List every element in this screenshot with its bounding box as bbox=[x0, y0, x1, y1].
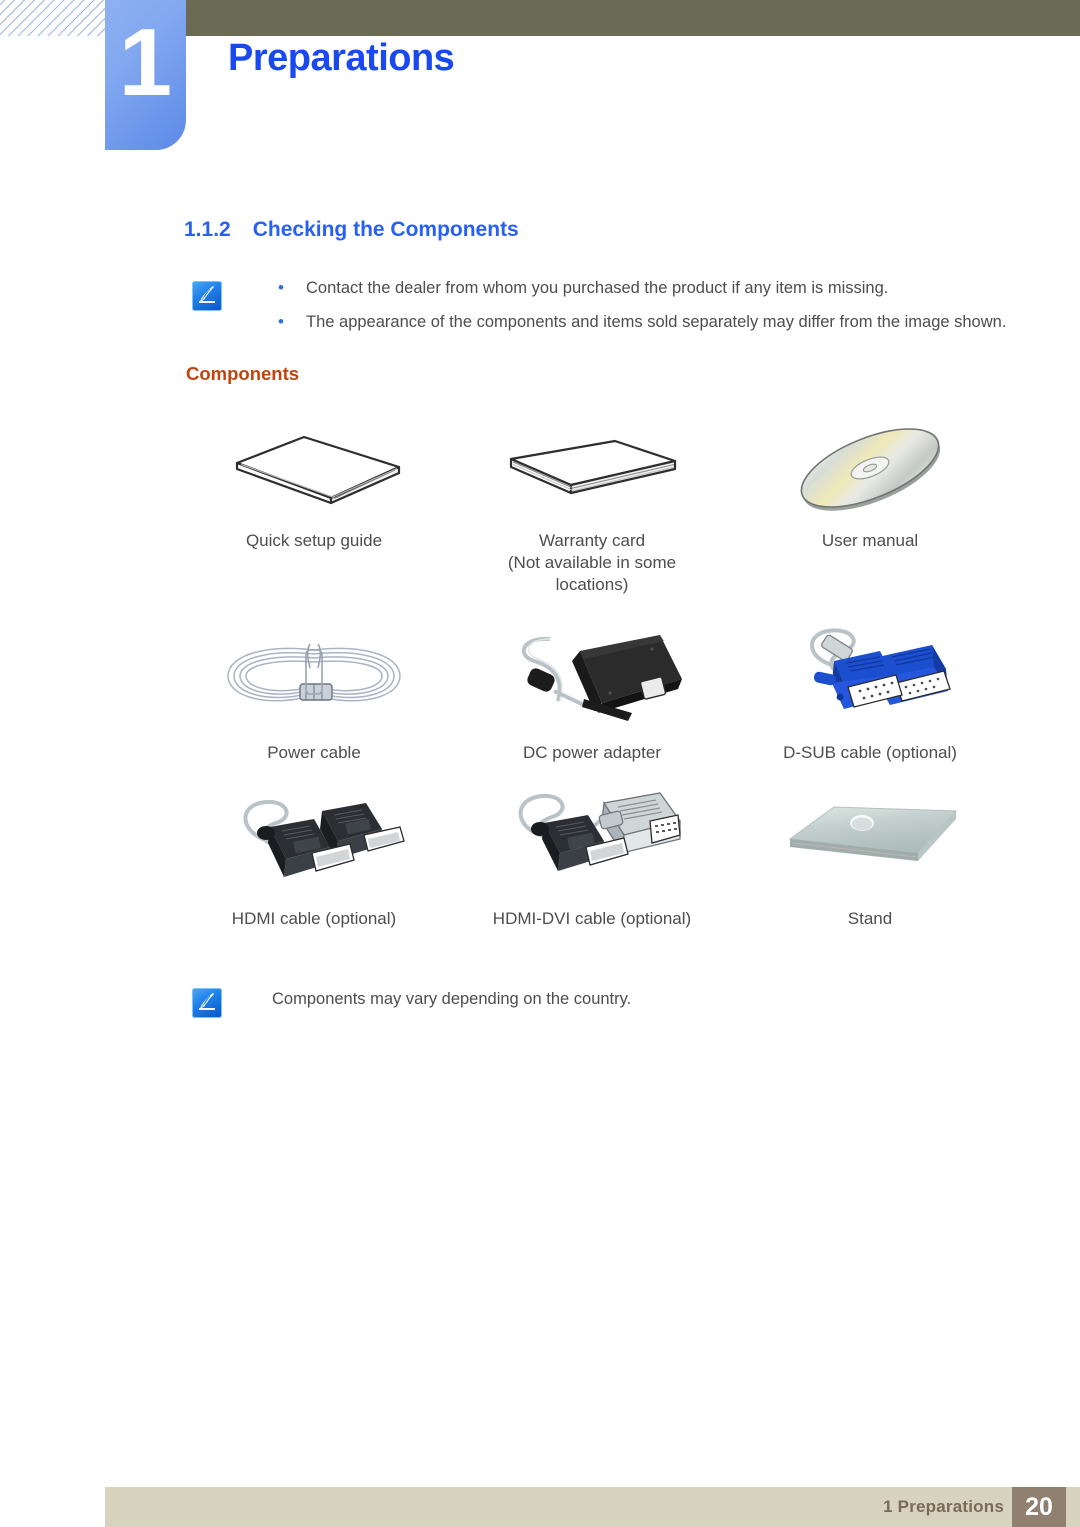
warranty-card-art bbox=[464, 420, 720, 516]
footer-label-wrap: 1 Preparations bbox=[883, 1487, 1004, 1527]
page-number-badge: 20 bbox=[1012, 1487, 1066, 1527]
page-header: 1 Preparations bbox=[0, 0, 1080, 160]
note-pen-icon bbox=[192, 281, 222, 311]
note-pen-icon bbox=[192, 988, 222, 1018]
section-number: 1.1.2 bbox=[184, 218, 231, 241]
footer-chapter-label: 1 Preparations bbox=[883, 1497, 1004, 1516]
component-item: HDMI-DVI cable (optional) bbox=[464, 786, 720, 930]
section-title: Checking the Components bbox=[252, 218, 519, 241]
component-item: User manual bbox=[742, 420, 998, 596]
note-bullet-line: • Contact the dealer from whom you purch… bbox=[278, 278, 1006, 298]
component-item: D-SUB cable (optional) bbox=[742, 618, 998, 764]
dc-power-adapter-art bbox=[464, 618, 720, 728]
component-caption: Power cable bbox=[267, 743, 361, 762]
component-caption: Quick setup guide bbox=[245, 531, 383, 550]
page-footer: 1 Preparations 20 bbox=[105, 1487, 1080, 1527]
note-text: The appearance of the components and ite… bbox=[306, 313, 1007, 331]
note-body: • Contact the dealer from whom you purch… bbox=[278, 278, 1006, 332]
component-item: DC power adapter bbox=[464, 618, 720, 764]
component-item: Quick setup guide bbox=[186, 420, 442, 596]
quick-setup-guide-art bbox=[186, 420, 442, 516]
hatch-decoration bbox=[0, 0, 108, 36]
stand-art bbox=[742, 786, 998, 894]
component-caption: HDMI-DVI cable (optional) bbox=[492, 909, 692, 928]
note-box-bottom: Components may vary depending on the cou… bbox=[192, 988, 631, 1018]
components-grid: Quick setup guide Warranty card (Not ava… bbox=[186, 420, 998, 930]
component-item: Stand bbox=[742, 786, 998, 930]
component-caption: Stand bbox=[847, 909, 893, 928]
component-item: Warranty card (Not available in some loc… bbox=[464, 420, 720, 596]
header-olive-bar bbox=[186, 0, 1080, 36]
hdmi-cable-art bbox=[186, 786, 442, 894]
note-box-top: • Contact the dealer from whom you purch… bbox=[192, 278, 1006, 332]
page-number: 20 bbox=[1025, 1493, 1053, 1521]
chapter-number: 1 bbox=[118, 9, 173, 116]
component-caption: D-SUB cable (optional) bbox=[783, 743, 957, 762]
component-caption: DC power adapter bbox=[523, 743, 661, 762]
component-item: HDMI cable (optional) bbox=[186, 786, 442, 930]
d-sub-cable-art bbox=[742, 618, 998, 728]
section-heading: 1.1.2 Checking the Components bbox=[184, 218, 519, 242]
component-item: Power cable bbox=[186, 618, 442, 764]
components-subheading: Components bbox=[186, 363, 300, 384]
components-row: Power cable DC power adapter D-SUB cable… bbox=[186, 618, 998, 764]
note-bullet-line: • The appearance of the components and i… bbox=[278, 312, 1006, 332]
bullet-icon: • bbox=[278, 312, 284, 331]
user-manual-cd-art bbox=[742, 420, 998, 516]
component-caption: User manual bbox=[821, 531, 919, 550]
components-row: HDMI cable (optional) HDMI-DVI cable (op… bbox=[186, 786, 998, 930]
power-cable-art bbox=[186, 618, 442, 728]
page-title: Preparations bbox=[228, 37, 455, 79]
chapter-tab: 1 bbox=[105, 0, 186, 150]
hdmi-dvi-cable-art bbox=[464, 786, 720, 894]
note-text: Components may vary depending on the cou… bbox=[272, 990, 632, 1008]
component-subcaption: (Not available in some locations) bbox=[507, 553, 677, 594]
bullet-icon: • bbox=[278, 278, 284, 297]
component-caption: Warranty card bbox=[538, 531, 646, 550]
components-row: Quick setup guide Warranty card (Not ava… bbox=[186, 420, 998, 596]
component-caption: HDMI cable (optional) bbox=[231, 909, 397, 928]
note-text: Contact the dealer from whom you purchas… bbox=[306, 279, 889, 297]
